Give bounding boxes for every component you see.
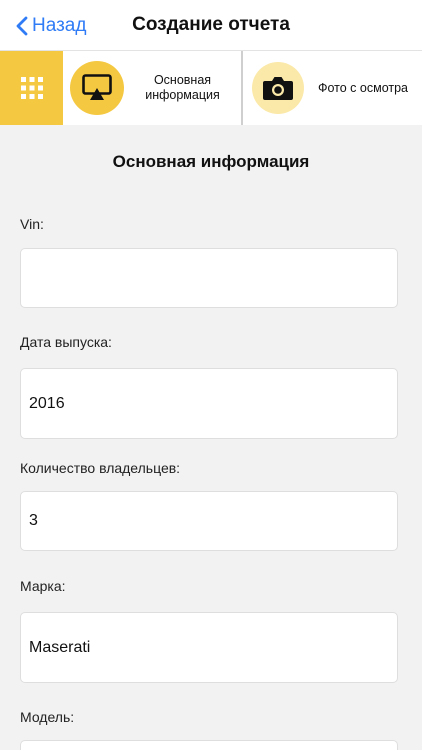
brand-input[interactable]: Maserati (20, 612, 398, 683)
owners-count-label: Количество владельцев: (20, 460, 181, 476)
section-title: Основная информация (112, 152, 310, 171)
vin-label: Vin: (20, 216, 44, 232)
tab-inspection-photos-icon-circle (252, 62, 304, 114)
navigation-bar: Назад Создание отчета (0, 0, 422, 50)
tab-main-info[interactable]: Основная информация (63, 51, 243, 125)
page-title: Создание отчета (132, 14, 290, 35)
grid-menu-icon (20, 77, 43, 99)
airplay-icon (82, 74, 112, 100)
tab-inspection-photos[interactable]: Фото с осмотра (243, 51, 422, 125)
brand-label: Марка: (20, 578, 66, 594)
model-label: Модель: (20, 709, 75, 725)
menu-button[interactable] (0, 51, 63, 125)
release-date-label: Дата выпуска: (20, 334, 112, 350)
model-input[interactable] (20, 740, 398, 750)
vin-input[interactable] (20, 248, 398, 308)
release-date-input[interactable]: 2016 (20, 368, 398, 439)
owners-count-input[interactable]: 3 (20, 491, 398, 551)
camera-icon (263, 77, 293, 100)
tab-main-info-icon-circle (70, 61, 124, 115)
tab-main-info-label: Основная информация (145, 73, 220, 102)
tab-inspection-photos-label: Фото с осмотра (317, 80, 408, 95)
tab-bar: Основная информация Фото с осмотра (0, 50, 422, 125)
